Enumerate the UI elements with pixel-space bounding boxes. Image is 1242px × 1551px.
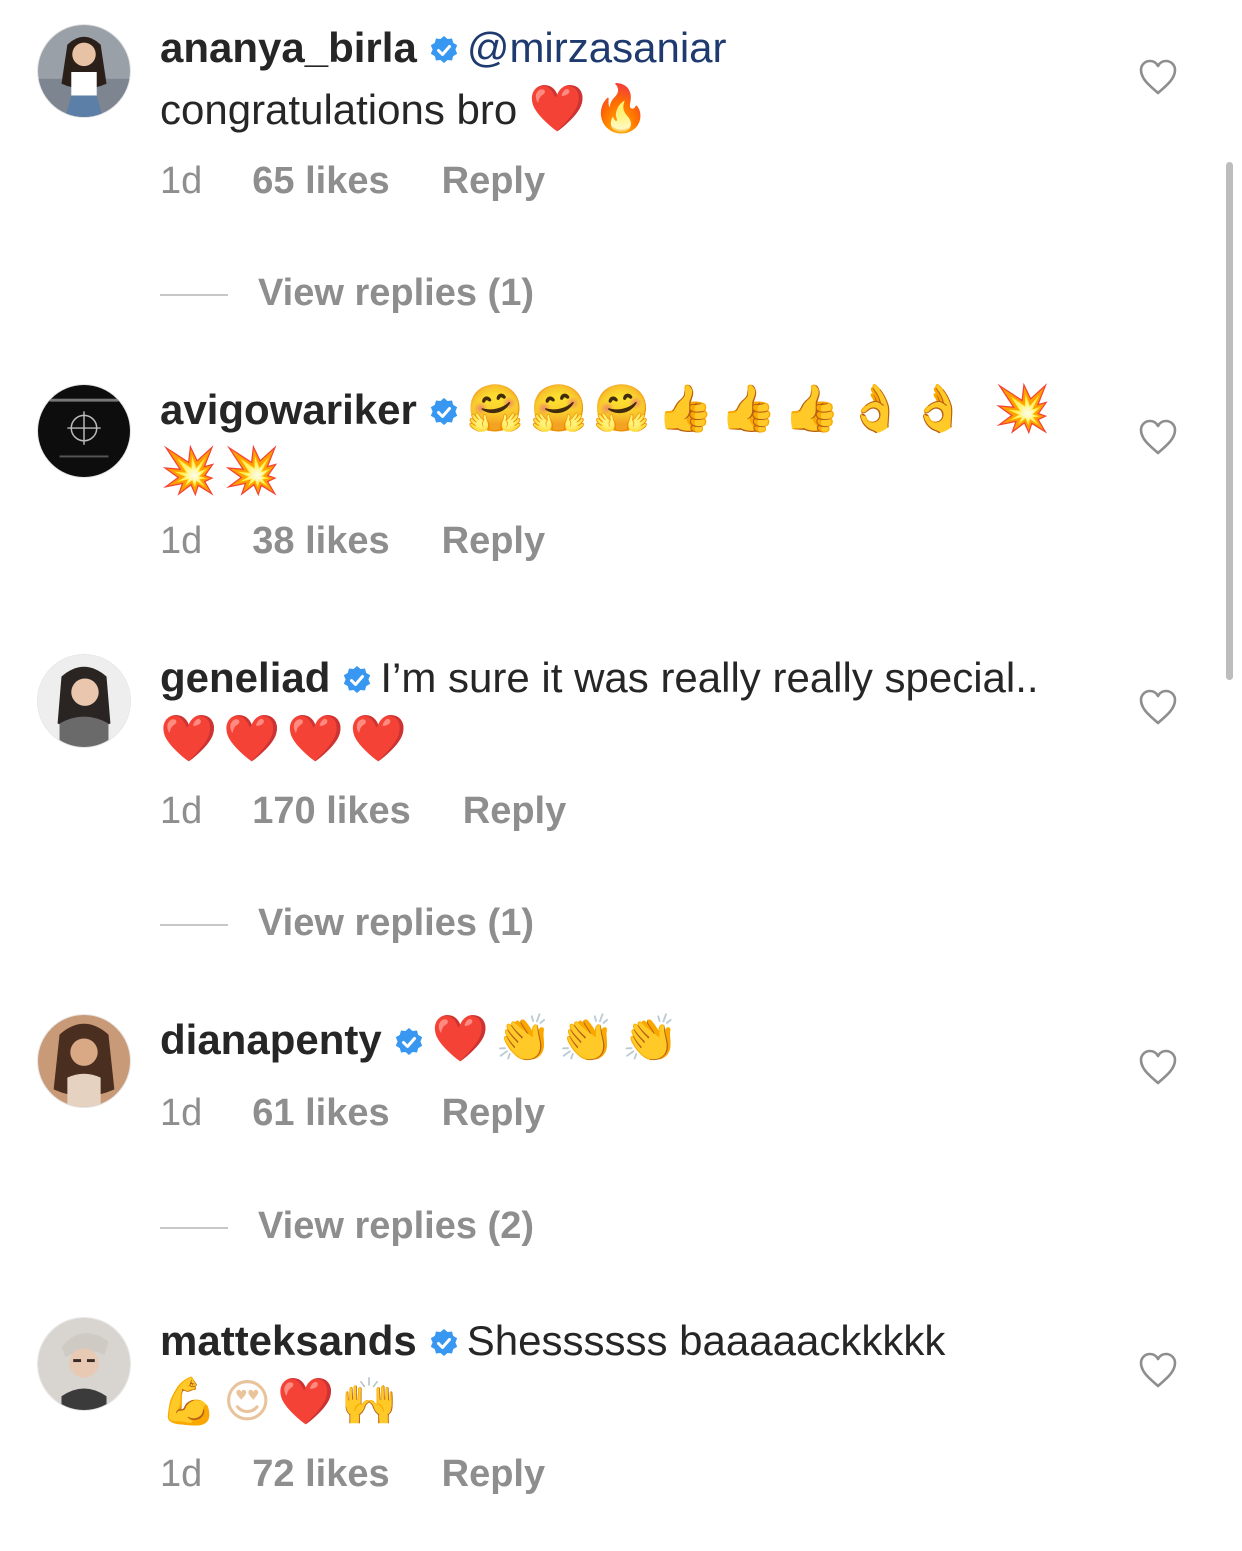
avatar[interactable] [37,1317,131,1411]
verified-badge-icon [429,1328,459,1358]
view-replies-label: View replies (1) [258,272,534,314]
comment-emojis: ❤️🔥 [528,81,656,135]
username[interactable]: ananya_birla [160,24,417,71]
comment-emojis: 💪😍❤️🙌 [160,1374,404,1428]
comment-text: dianapenty ❤️👏👏👏 [160,1008,1080,1070]
comment-time: 1d [160,1453,203,1495]
comment-meta: 1d 61 likes Reply [160,1091,545,1135]
scrollbar[interactable] [1226,162,1233,680]
divider-line [160,293,228,296]
avatar[interactable] [37,654,131,748]
comment-text: ananya_birla @mirzasaniar congratulations… [160,18,1080,140]
view-replies-button[interactable]: View replies (1) [160,901,534,945]
username[interactable]: dianapenty [160,1016,382,1063]
avatar[interactable] [37,384,131,478]
comment-text: geneliad I’m sure it was really really sp… [160,648,1080,770]
like-heart-icon[interactable] [1138,58,1178,96]
likes-count[interactable]: 61 likes [252,1092,389,1134]
reply-button[interactable]: Reply [442,1092,545,1134]
username[interactable]: geneliad [160,654,330,701]
comment-meta: 1d 65 likes Reply [160,159,545,203]
comment-body: congratulations bro [160,86,518,133]
comment-text: avigowariker 🤗🤗🤗👍👍👍👌👌 💥💥💥 [160,378,1080,502]
comment-body: Shessssss baaaaackkkkk [466,1317,946,1364]
comment-emojis: ❤️❤️❤️❤️ [160,711,414,765]
view-replies-button[interactable]: View replies (2) [160,1204,534,1248]
comment-meta: 1d 170 likes Reply [160,789,566,833]
comment-emojis: ❤️👏👏👏 [431,1011,685,1065]
like-heart-icon[interactable] [1138,418,1178,456]
divider-line [160,1226,228,1229]
view-replies-label: View replies (2) [258,1205,534,1247]
verified-badge-icon [429,397,459,427]
likes-count[interactable]: 65 likes [252,160,389,202]
comment-meta: 1d 38 likes Reply [160,519,545,563]
reply-button[interactable]: Reply [442,520,545,562]
comment-time: 1d [160,520,203,562]
verified-badge-icon [429,35,459,65]
view-replies-label: View replies (1) [258,902,534,944]
comment-meta: 1d 72 likes Reply [160,1452,545,1496]
likes-count[interactable]: 38 likes [252,520,389,562]
comment-body: I’m sure it was really really special.. [380,654,1039,701]
reply-button[interactable]: Reply [442,160,545,202]
comment-time: 1d [160,160,203,202]
username[interactable]: avigowariker [160,386,417,433]
reply-button[interactable]: Reply [463,790,566,832]
like-heart-icon[interactable] [1138,688,1178,726]
reply-button[interactable]: Reply [442,1453,545,1495]
comment-time: 1d [160,1092,203,1134]
username[interactable]: matteksands [160,1317,417,1364]
verified-badge-icon [342,665,372,695]
like-heart-icon[interactable] [1138,1351,1178,1389]
avatar[interactable] [37,24,131,118]
verified-badge-icon [394,1027,424,1057]
view-replies-button[interactable]: View replies (1) [160,271,534,315]
comment-time: 1d [160,790,203,832]
avatar[interactable] [37,1014,131,1108]
likes-count[interactable]: 72 likes [252,1453,389,1495]
divider-line [160,923,228,926]
mention-link[interactable]: @mirzasaniar [467,24,727,71]
like-heart-icon[interactable] [1138,1048,1178,1086]
likes-count[interactable]: 170 likes [252,790,410,832]
comment-text: matteksands Shessssss baaaaackkkkk 💪😍❤️🙌 [160,1311,1080,1433]
